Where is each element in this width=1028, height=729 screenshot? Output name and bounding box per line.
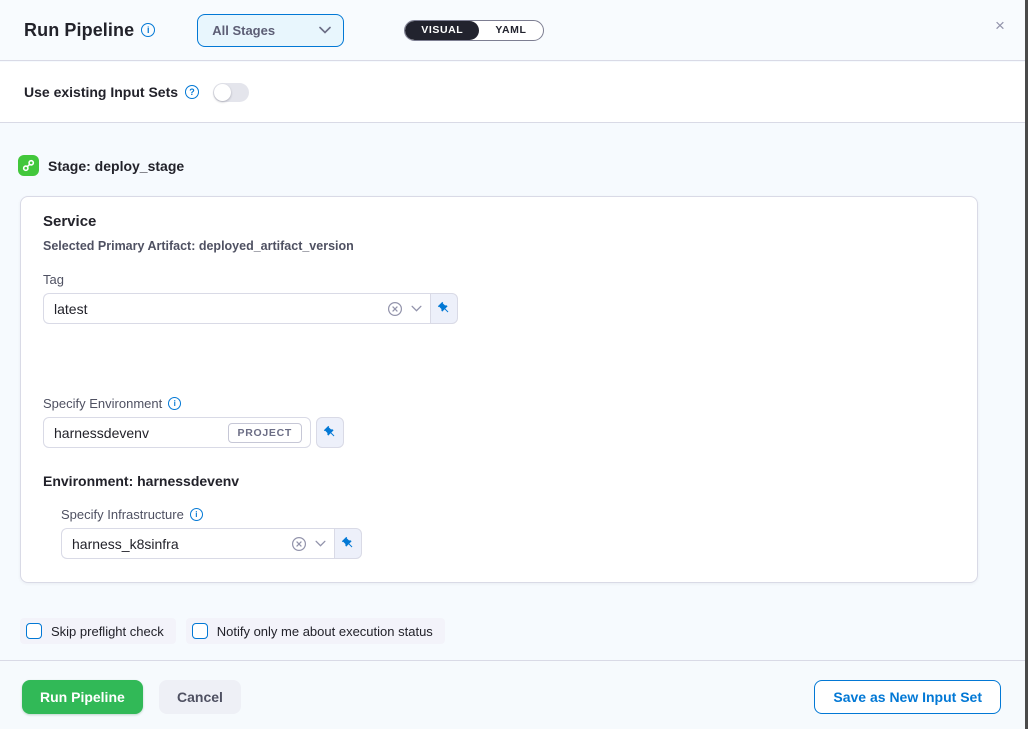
stage-label: Stage: deploy_stage [48, 158, 184, 174]
specify-infrastructure-label: Specify Infrastructure i [61, 507, 203, 522]
checkbox-unchecked[interactable] [26, 623, 42, 639]
modal-header: Run Pipeline i All Stages VISUAL YAML × [0, 0, 1028, 61]
infrastructure-input-row [61, 528, 362, 559]
help-icon[interactable]: ? [185, 85, 199, 99]
deploy-stage-icon [18, 155, 39, 176]
chevron-down-icon [319, 26, 331, 34]
stage-selector-dropdown[interactable]: All Stages [197, 14, 344, 47]
tag-input[interactable] [54, 301, 379, 317]
environment-input-row: PROJECT [43, 417, 344, 448]
chevron-down-icon[interactable] [315, 540, 326, 547]
main-section: Stage: deploy_stage Service Selected Pri… [0, 124, 1028, 659]
save-as-new-input-set-button[interactable]: Save as New Input Set [814, 680, 1001, 714]
info-icon[interactable]: i [168, 397, 181, 410]
selected-artifact-text: Selected Primary Artifact: deployed_arti… [43, 239, 354, 253]
use-input-sets-label: Use existing Input Sets [24, 84, 178, 100]
options-row: Skip preflight check Notify only me abou… [20, 618, 455, 644]
service-title: Service [43, 213, 96, 230]
pin-runtime-input-button[interactable] [334, 528, 362, 559]
infrastructure-input[interactable] [72, 536, 283, 552]
use-input-sets-toggle[interactable] [213, 83, 249, 102]
environment-input[interactable] [54, 425, 220, 441]
tab-yaml[interactable]: YAML [479, 21, 542, 40]
tab-visual[interactable]: VISUAL [405, 21, 479, 40]
input-sets-row: Use existing Input Sets ? [0, 62, 1028, 123]
notify-me-checkbox-item[interactable]: Notify only me about execution status [186, 618, 445, 644]
close-icon[interactable]: × [991, 17, 1009, 35]
info-icon[interactable]: i [141, 23, 155, 37]
scope-badge: PROJECT [228, 423, 303, 443]
environment-section-title: Environment: harnessdevenv [43, 473, 239, 489]
notify-me-label: Notify only me about execution status [217, 624, 433, 639]
chevron-down-icon[interactable] [411, 305, 422, 312]
tag-label: Tag [43, 272, 64, 287]
tag-input-row [43, 293, 458, 324]
visual-yaml-toggle: VISUAL YAML [404, 20, 543, 41]
service-card: Service Selected Primary Artifact: deplo… [20, 196, 978, 583]
stage-selector-value: All Stages [212, 23, 319, 38]
skip-preflight-label: Skip preflight check [51, 624, 164, 639]
skip-preflight-checkbox-item[interactable]: Skip preflight check [20, 618, 176, 644]
cancel-button[interactable]: Cancel [159, 680, 241, 714]
toggle-knob [214, 84, 231, 101]
clear-icon[interactable] [291, 536, 307, 552]
environment-input-wrapper: PROJECT [43, 417, 311, 448]
page-title: Run Pipeline [24, 20, 134, 41]
specify-environment-label: Specify Environment i [43, 396, 181, 411]
pin-runtime-input-button[interactable] [316, 417, 344, 448]
tag-input-wrapper [43, 293, 430, 324]
clear-icon[interactable] [387, 301, 403, 317]
modal-footer: Run Pipeline Cancel Save as New Input Se… [0, 660, 1028, 729]
info-icon[interactable]: i [190, 508, 203, 521]
run-pipeline-modal: Run Pipeline i All Stages VISUAL YAML × … [0, 0, 1028, 729]
checkbox-unchecked[interactable] [192, 623, 208, 639]
pin-runtime-input-button[interactable] [430, 293, 458, 324]
infrastructure-input-wrapper [61, 528, 334, 559]
run-pipeline-button[interactable]: Run Pipeline [22, 680, 143, 714]
stage-row: Stage: deploy_stage [18, 155, 184, 176]
